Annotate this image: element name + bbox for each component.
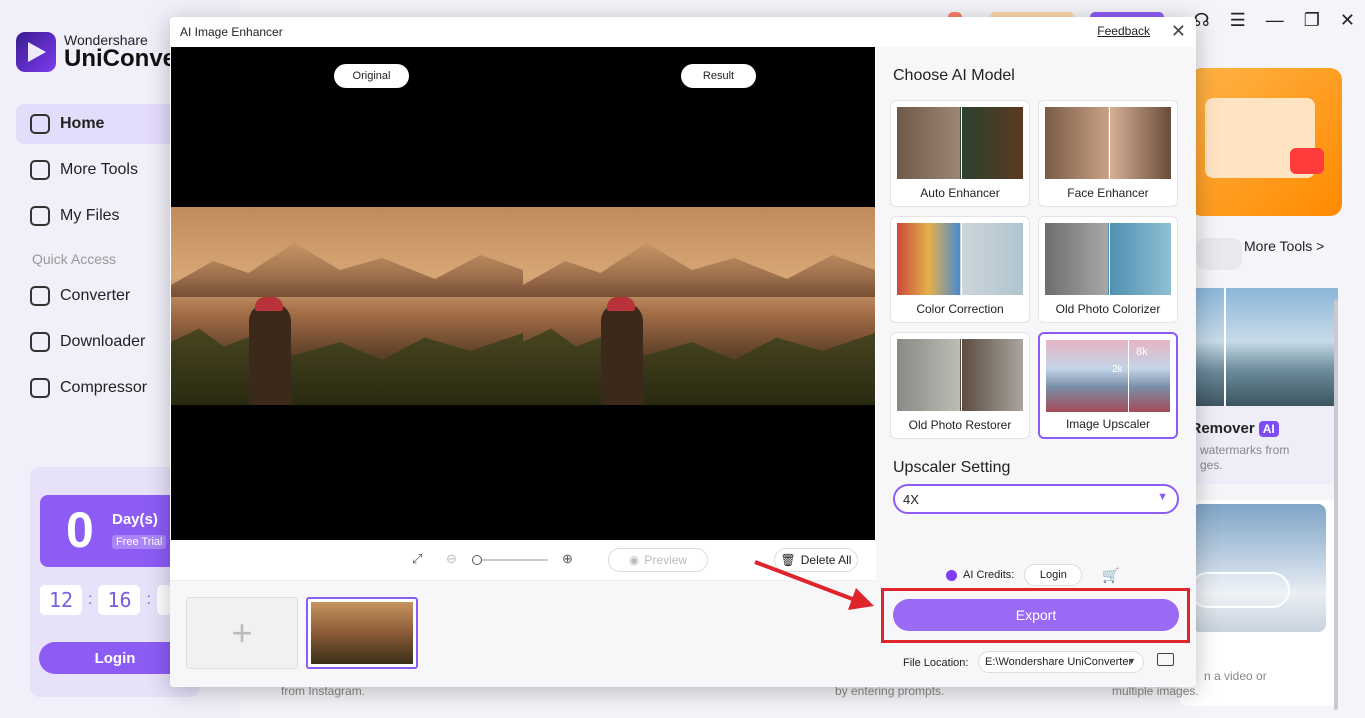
close-icon[interactable]: ✕ (1171, 21, 1186, 42)
sidebar-item-label: More Tools (60, 161, 138, 178)
upscaler-select[interactable]: 4X ▼ (893, 484, 1179, 514)
model-label: Image Upscaler (1065, 417, 1151, 431)
original-label: Original (334, 64, 409, 88)
chevron-down-icon: ▼ (1157, 491, 1168, 503)
upscale-2k-badge: 2k (1112, 364, 1123, 375)
compare-viewer: Original Result (171, 47, 875, 540)
card-desc: n a video or (1204, 669, 1267, 683)
export-highlight-box (881, 588, 1190, 643)
minimize-icon[interactable]: — (1266, 10, 1284, 31)
fit-screen-icon[interactable]: ⤢ (412, 551, 422, 567)
zoom-in-icon[interactable]: ⊕ (562, 551, 573, 567)
settings-panel: Choose AI Model Auto Enhancer Face Enhan… (876, 47, 1196, 687)
credits-login-button[interactable]: Login (1024, 564, 1083, 586)
watermark-preview-image (1190, 288, 1338, 406)
zoom-out-icon[interactable]: ⊖ (446, 551, 457, 567)
ai-image-enhancer-dialog: AI Image Enhancer Feedback ✕ Original Re… (170, 17, 1196, 687)
toolbox-icon (30, 160, 50, 180)
model-old-photo-colorizer[interactable]: Old Photo Colorizer (1038, 216, 1178, 323)
search-bar-edge (1196, 238, 1242, 270)
ai-badge: AI (1258, 421, 1279, 437)
timer-hours: 12 (40, 585, 82, 615)
compressor-icon (30, 378, 50, 398)
files-icon (30, 206, 50, 226)
ai-credits-row: AI Credits: Login 🛒 (946, 564, 1120, 586)
original-image (171, 207, 523, 405)
feedback-link[interactable]: Feedback (1097, 24, 1150, 38)
sidebar-item-label: Home (60, 115, 105, 132)
file-location-select[interactable]: E:\Wondershare UniConverter ▼ (978, 651, 1144, 673)
model-label: Auto Enhancer (920, 186, 1000, 200)
sidebar-item-label: My Files (60, 207, 120, 224)
play-icon (1290, 148, 1324, 174)
sidebar-item-label: Compressor (60, 379, 148, 396)
file-location-value: E:\Wondershare UniConverter (985, 656, 1133, 668)
timer-minutes: 16 (98, 585, 141, 615)
preview-label: Preview (644, 553, 688, 567)
sidebar-item-label: Converter (60, 287, 131, 304)
menu-icon[interactable]: ☰ (1230, 10, 1246, 31)
headset-icon[interactable]: ☊ (1194, 10, 1210, 31)
snow-preview-image (1192, 504, 1326, 632)
converter-icon (30, 286, 50, 306)
model-image-upscaler[interactable]: 8k 2k Image Upscaler (1038, 332, 1178, 439)
model-color-correction[interactable]: Color Correction (890, 216, 1030, 323)
home-icon (30, 114, 50, 134)
thumbnail-strip: + (170, 580, 876, 687)
delete-all-label: Delete All (800, 553, 852, 567)
downloader-icon (30, 332, 50, 352)
toggle-illustration (1190, 572, 1290, 608)
uniconverter-logo-icon (16, 32, 56, 72)
zoom-slider-handle[interactable] (472, 555, 482, 565)
window-controls: ☊ ☰ — ❐ ✕ (1194, 10, 1355, 31)
sidebar-item-label: Downloader (60, 333, 146, 350)
compare-divider (1224, 288, 1226, 406)
file-location-label: File Location: (903, 657, 969, 669)
model-face-enhancer[interactable]: Face Enhancer (1038, 100, 1178, 207)
upscaler-setting-heading: Upscaler Setting (893, 459, 1011, 476)
scrollbar[interactable] (1334, 300, 1338, 710)
more-tools-link[interactable]: More Tools > (1244, 238, 1324, 254)
cart-icon[interactable]: 🛒 (1102, 567, 1119, 584)
viewer-controls: ⤢ ⊖ ⊕ ◉ Preview 🗑 Delete All (170, 540, 876, 580)
download-promo-banner[interactable] (1190, 68, 1342, 216)
ai-credits-label: AI Credits: (963, 569, 1015, 581)
add-image-button[interactable]: + (186, 597, 298, 669)
upscale-8k-badge: 8k (1136, 346, 1148, 358)
ai-credits-icon (946, 569, 957, 581)
delete-all-button[interactable]: 🗑 Delete All (774, 548, 858, 572)
trash-icon: 🗑 (780, 553, 796, 567)
folder-icon[interactable] (1157, 653, 1174, 666)
chevron-down-icon: ▼ (1127, 656, 1136, 666)
watermark-remover-desc: watermarks from ges. (1200, 443, 1290, 472)
model-label: Color Correction (916, 302, 1004, 316)
plus-icon: + (231, 612, 253, 653)
restore-icon[interactable]: ❐ (1304, 10, 1320, 31)
free-trial-badge: Free Trial (112, 535, 167, 549)
choose-ai-model-heading: Choose AI Model (893, 67, 1015, 84)
close-window-icon[interactable]: ✕ (1340, 10, 1355, 31)
trial-days-label: Day(s) (112, 511, 158, 528)
model-label: Old Photo Restorer (908, 418, 1012, 432)
model-auto-enhancer[interactable]: Auto Enhancer (890, 100, 1030, 207)
preview-button[interactable]: ◉ Preview (608, 548, 708, 572)
result-label: Result (681, 64, 756, 88)
sidebar-login-button[interactable]: Login (39, 642, 191, 674)
model-label: Face Enhancer (1067, 186, 1149, 200)
upscaler-select-value: 4X (903, 491, 919, 507)
result-image (523, 207, 875, 405)
eye-icon: ◉ (628, 553, 640, 567)
model-label: Old Photo Colorizer (1055, 302, 1161, 316)
model-old-photo-restorer[interactable]: Old Photo Restorer (890, 332, 1030, 439)
dialog-title: AI Image Enhancer (180, 25, 283, 39)
zoom-slider-track[interactable] (476, 559, 548, 561)
trial-days-count: 0 (66, 502, 94, 558)
image-thumbnail[interactable] (306, 597, 418, 669)
